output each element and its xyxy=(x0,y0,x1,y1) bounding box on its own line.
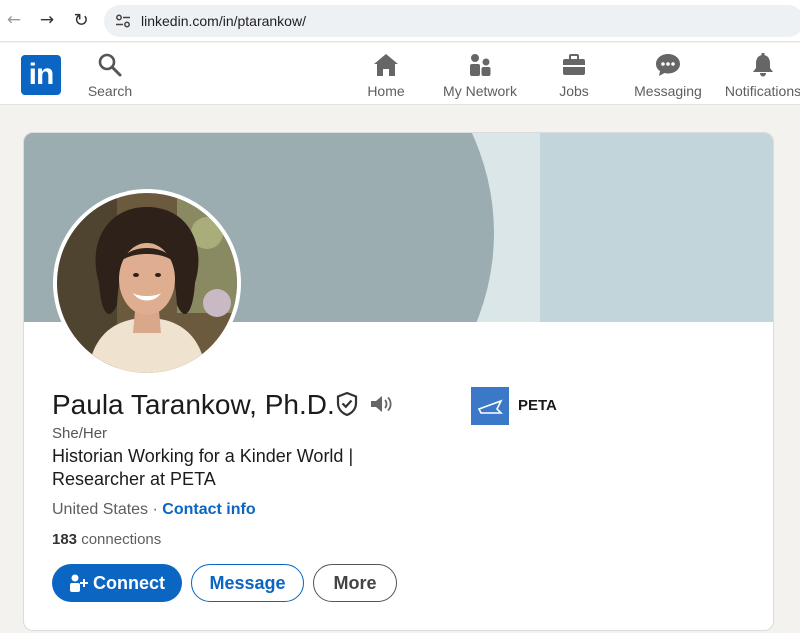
nav-label: Search xyxy=(87,83,133,99)
message-button[interactable]: Message xyxy=(191,564,304,602)
reload-icon[interactable]: ↻ xyxy=(69,8,93,32)
peta-logo-icon xyxy=(477,399,503,414)
browser-toolbar: ← → ↻ linkedin.com/in/ptarankow/ xyxy=(0,0,800,42)
briefcase-icon xyxy=(563,54,585,75)
nav-label: Messaging xyxy=(634,83,702,99)
add-user-icon xyxy=(70,574,88,592)
verified-shield-icon[interactable] xyxy=(335,391,359,417)
profile-name: Paula Tarankow, Ph.D. xyxy=(52,389,335,420)
connections-number: 183 xyxy=(52,531,78,548)
nav-label: My Network xyxy=(443,83,517,99)
nav-search[interactable]: Search xyxy=(84,49,136,103)
profile-card: Paula Tarankow, Ph.D. She/Her Historian … xyxy=(23,132,774,631)
linkedin-nav: in Search Home My Network Jobs Messaging… xyxy=(0,43,800,105)
chat-icon xyxy=(656,54,680,76)
network-icon xyxy=(470,54,491,76)
search-icon xyxy=(98,53,122,77)
linkedin-logo[interactable]: in xyxy=(21,55,61,95)
url-text[interactable]: linkedin.com/in/ptarankow/ xyxy=(141,13,306,29)
connect-button[interactable]: Connect xyxy=(52,564,182,602)
nav-messaging[interactable]: Messaging xyxy=(630,49,706,103)
connections-count[interactable]: 183 connections xyxy=(52,531,161,548)
avatar[interactable] xyxy=(53,189,241,377)
nav-label: Jobs xyxy=(559,83,589,99)
speaker-icon[interactable] xyxy=(369,393,395,415)
contact-info-link[interactable]: Contact info xyxy=(162,501,255,518)
nav-my-network[interactable]: My Network xyxy=(436,49,524,103)
nav-label: Home xyxy=(367,83,405,99)
connections-label: connections xyxy=(77,531,162,548)
nav-notifications[interactable]: Notifications xyxy=(718,49,800,103)
back-icon[interactable]: ← xyxy=(2,8,26,32)
location: United States xyxy=(52,501,149,518)
forward-icon[interactable]: → xyxy=(35,8,59,32)
site-settings-icon[interactable] xyxy=(115,13,131,29)
bell-icon xyxy=(753,53,773,77)
company-name[interactable]: PETA xyxy=(518,397,557,414)
nav-jobs[interactable]: Jobs xyxy=(548,49,600,103)
pronouns: She/Her xyxy=(52,425,108,442)
more-button[interactable]: More xyxy=(313,564,397,602)
profile-photo xyxy=(57,193,237,373)
separator: · xyxy=(148,501,163,518)
profile-headline: Historian Working for a Kinder World | R… xyxy=(52,446,354,489)
company-logo[interactable] xyxy=(471,387,509,425)
home-icon xyxy=(374,54,398,76)
connect-label: Connect xyxy=(93,572,165,593)
nav-label: Notifications xyxy=(724,83,800,99)
nav-home[interactable]: Home xyxy=(360,49,412,103)
address-bar[interactable]: linkedin.com/in/ptarankow/ xyxy=(104,5,800,37)
location-line: United States · Contact info xyxy=(52,501,256,519)
